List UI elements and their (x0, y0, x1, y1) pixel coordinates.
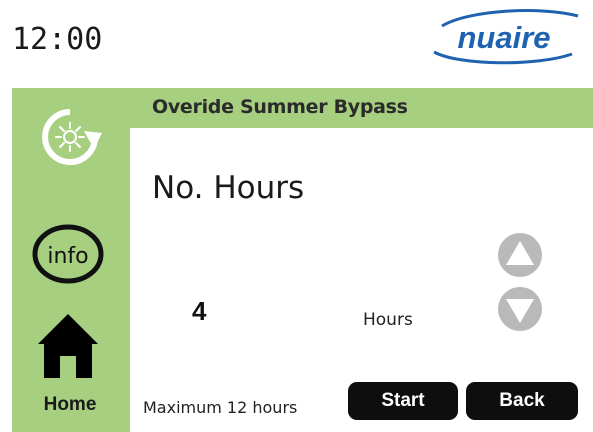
info-icon[interactable]: info (31, 224, 105, 284)
maximum-hours-note: Maximum 12 hours (143, 398, 298, 417)
summer-bypass-icon[interactable] (36, 103, 104, 171)
home-label[interactable]: Home (20, 394, 120, 416)
info-label: info (47, 244, 88, 269)
hours-unit-label: Hours (363, 310, 413, 330)
hours-value: 4 (192, 296, 207, 326)
home-icon[interactable] (36, 312, 100, 378)
setting-heading: No. Hours (152, 170, 305, 206)
status-bar: 12:00 nuaire (0, 0, 593, 88)
start-button[interactable]: Start (348, 382, 458, 420)
clock: 12:00 (12, 22, 103, 57)
screen-title: Overide Summer Bypass (152, 96, 408, 118)
up-arrow-icon[interactable] (497, 232, 543, 278)
brand-name: nuaire (457, 20, 550, 55)
back-button[interactable]: Back (466, 382, 578, 420)
down-arrow-icon[interactable] (497, 286, 543, 332)
nuaire-logo: nuaire (433, 9, 579, 65)
title-bar: Overide Summer Bypass (130, 88, 593, 128)
